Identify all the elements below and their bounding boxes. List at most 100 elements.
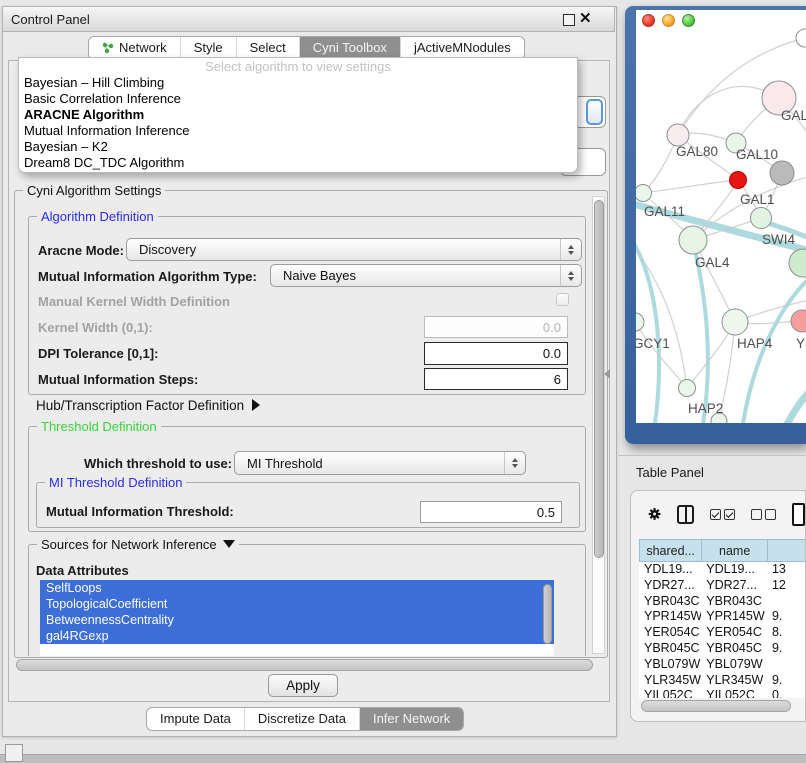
- tab-discretize-data[interactable]: Discretize Data: [245, 708, 360, 730]
- settings-vscroll-thumb[interactable]: [594, 200, 604, 558]
- mi-threshold-field[interactable]: 0.5: [420, 501, 562, 523]
- table-cell: 9.: [767, 641, 806, 657]
- network-node[interactable]: [730, 172, 747, 189]
- panel-divider-grip[interactable]: [604, 369, 610, 379]
- node-label: GAL10: [736, 147, 778, 162]
- tab-select[interactable]: Select: [237, 37, 300, 59]
- cyni-bottom-tabs: Impute DataDiscretize DataInfer Network: [146, 707, 464, 731]
- attribute-item[interactable]: gal4RGexp: [40, 628, 554, 644]
- node-label: GAL1: [740, 192, 775, 207]
- tab-jactivemnodules[interactable]: jActiveMNodules: [401, 37, 524, 59]
- algorithm-option[interactable]: ARACNE Algorithm: [19, 107, 577, 123]
- network-node[interactable]: [636, 313, 644, 331]
- table-row[interactable]: YER054CYER054C8.: [639, 625, 806, 641]
- aracne-mode-combobox[interactable]: Discovery: [126, 238, 582, 261]
- hub-definition-expander[interactable]: Hub/Transcription Factor Definition: [36, 398, 260, 413]
- table-cell: YBR045C: [639, 641, 701, 657]
- mi-steps-field[interactable]: 6: [424, 368, 568, 390]
- unselect-all-columns-icon[interactable]: [751, 509, 776, 520]
- network-node[interactable]: [679, 226, 707, 254]
- table-cell: [767, 657, 806, 673]
- gear-icon[interactable]: [648, 505, 661, 523]
- float-window-icon[interactable]: [563, 14, 575, 26]
- algorithm-option[interactable]: Bayesian – Hill Climbing: [19, 75, 577, 91]
- table-row[interactable]: YLR345WYLR345W9.: [639, 673, 806, 689]
- settings-hscroll-thumb[interactable]: [16, 659, 593, 671]
- attribute-item[interactable]: TopologicalCoefficient: [40, 596, 554, 612]
- settings-group-title: Cyni Algorithm Settings: [23, 183, 165, 198]
- table-cell: 9.: [767, 609, 806, 625]
- node-label: HAP4: [737, 336, 773, 351]
- tab-label: Select: [250, 37, 286, 59]
- node-label: GCY1: [636, 336, 670, 351]
- network-node[interactable]: [791, 310, 806, 332]
- table-hscroll-thumb[interactable]: [641, 700, 791, 712]
- tab-style[interactable]: Style: [181, 37, 237, 59]
- network-node[interactable]: [751, 208, 772, 229]
- kernel-width-field: 0.0: [424, 316, 568, 338]
- dpi-tolerance-field[interactable]: 0.0: [424, 342, 568, 365]
- settings-vertical-scrollbar[interactable]: [592, 196, 605, 654]
- control-panel-title: Control Panel: [3, 12, 90, 27]
- zoom-window-icon[interactable]: [682, 14, 695, 27]
- table-cell: YDR27...: [701, 578, 767, 594]
- table-cell: YBL079W: [639, 657, 701, 673]
- mi-type-label: Mutual Information Algorithm Type:: [38, 269, 257, 284]
- algorithm-option[interactable]: Mutual Information Inference: [19, 123, 577, 139]
- table-cell: YIL052C: [639, 688, 701, 698]
- table-cell: YBR043C: [639, 594, 701, 610]
- close-panel-icon[interactable]: ✕: [579, 9, 592, 29]
- column-header[interactable]: [767, 539, 806, 562]
- split-columns-icon[interactable]: [677, 505, 693, 524]
- which-threshold-combobox[interactable]: MI Threshold: [234, 451, 526, 475]
- table-row[interactable]: YDR27...YDR27...12: [639, 578, 806, 594]
- table-row[interactable]: YDL19...YDL19...13: [639, 562, 806, 578]
- network-node[interactable]: [679, 380, 696, 397]
- network-canvas[interactable]: GALGAL80GAL10GAL1GAL11SWI4GAL4GCY1HAP4YH…: [636, 10, 806, 423]
- table-row[interactable]: YBL079WYBL079W: [639, 657, 806, 673]
- attribute-item[interactable]: SelfLoops: [40, 580, 554, 596]
- column-header[interactable]: shared...: [639, 539, 701, 562]
- network-node[interactable]: [667, 124, 689, 146]
- algorithm-option[interactable]: Dream8 DC_TDC Algorithm: [19, 155, 577, 171]
- which-threshold-label: Which threshold to use:: [84, 456, 232, 471]
- column-header[interactable]: name: [701, 539, 767, 562]
- close-window-icon[interactable]: [642, 14, 655, 27]
- new-table-icon[interactable]: [792, 503, 805, 526]
- mi-type-value: Naive Bayes: [271, 268, 560, 283]
- network-node[interactable]: [796, 29, 806, 47]
- tab-cyni-toolbox[interactable]: Cyni Toolbox: [300, 37, 401, 59]
- attribute-item[interactable]: BetweennessCentrality: [40, 612, 554, 628]
- tab-network[interactable]: Network: [89, 37, 181, 59]
- table-cell: YBR043C: [701, 594, 767, 610]
- table-row[interactable]: YPR145WYPR145W9.: [639, 609, 806, 625]
- table-row[interactable]: YIL052CYIL052C0.: [639, 688, 806, 698]
- tab-label: Network: [119, 37, 167, 59]
- data-attributes-label: Data Attributes: [36, 563, 129, 578]
- table-panel-container: shared...name YDL19...YDL19...13YDR27...…: [630, 490, 806, 722]
- node-label: GAL4: [695, 255, 730, 270]
- node-table-rows: YDL19...YDL19...13YDR27...YDR27...12YBR0…: [639, 562, 806, 698]
- table-toolbar: [631, 491, 805, 537]
- algorithm-option[interactable]: Basic Correlation Inference: [19, 91, 577, 107]
- table-row[interactable]: YBR043CYBR043C: [639, 594, 806, 610]
- attributes-vscroll-thumb[interactable]: [543, 584, 552, 644]
- mi-type-combobox[interactable]: Naive Bayes: [270, 264, 582, 287]
- tab-infer-network[interactable]: Infer Network: [360, 708, 463, 730]
- tab-impute-data[interactable]: Impute Data: [147, 708, 245, 730]
- algorithm-option[interactable]: Bayesian – K2: [19, 139, 577, 155]
- network-node[interactable]: [636, 185, 652, 202]
- corner-toggle-button[interactable]: [5, 744, 23, 762]
- minimize-window-icon[interactable]: [662, 14, 675, 27]
- combo-arrows-icon: [560, 265, 581, 286]
- table-row[interactable]: YBR045CYBR045C9.: [639, 641, 806, 657]
- network-node[interactable]: [770, 161, 794, 185]
- algorithm-dropdown-list: Select algorithm to view settings Bayesi…: [18, 57, 578, 173]
- mi-steps-label: Mutual Information Steps:: [38, 372, 198, 387]
- sources-group-title[interactable]: Sources for Network Inference: [37, 537, 239, 552]
- network-node[interactable]: [789, 249, 806, 277]
- table-cell: YPR145W: [701, 609, 767, 625]
- apply-button[interactable]: Apply: [268, 674, 338, 697]
- select-all-columns-icon[interactable]: [710, 509, 735, 520]
- network-node[interactable]: [722, 309, 748, 335]
